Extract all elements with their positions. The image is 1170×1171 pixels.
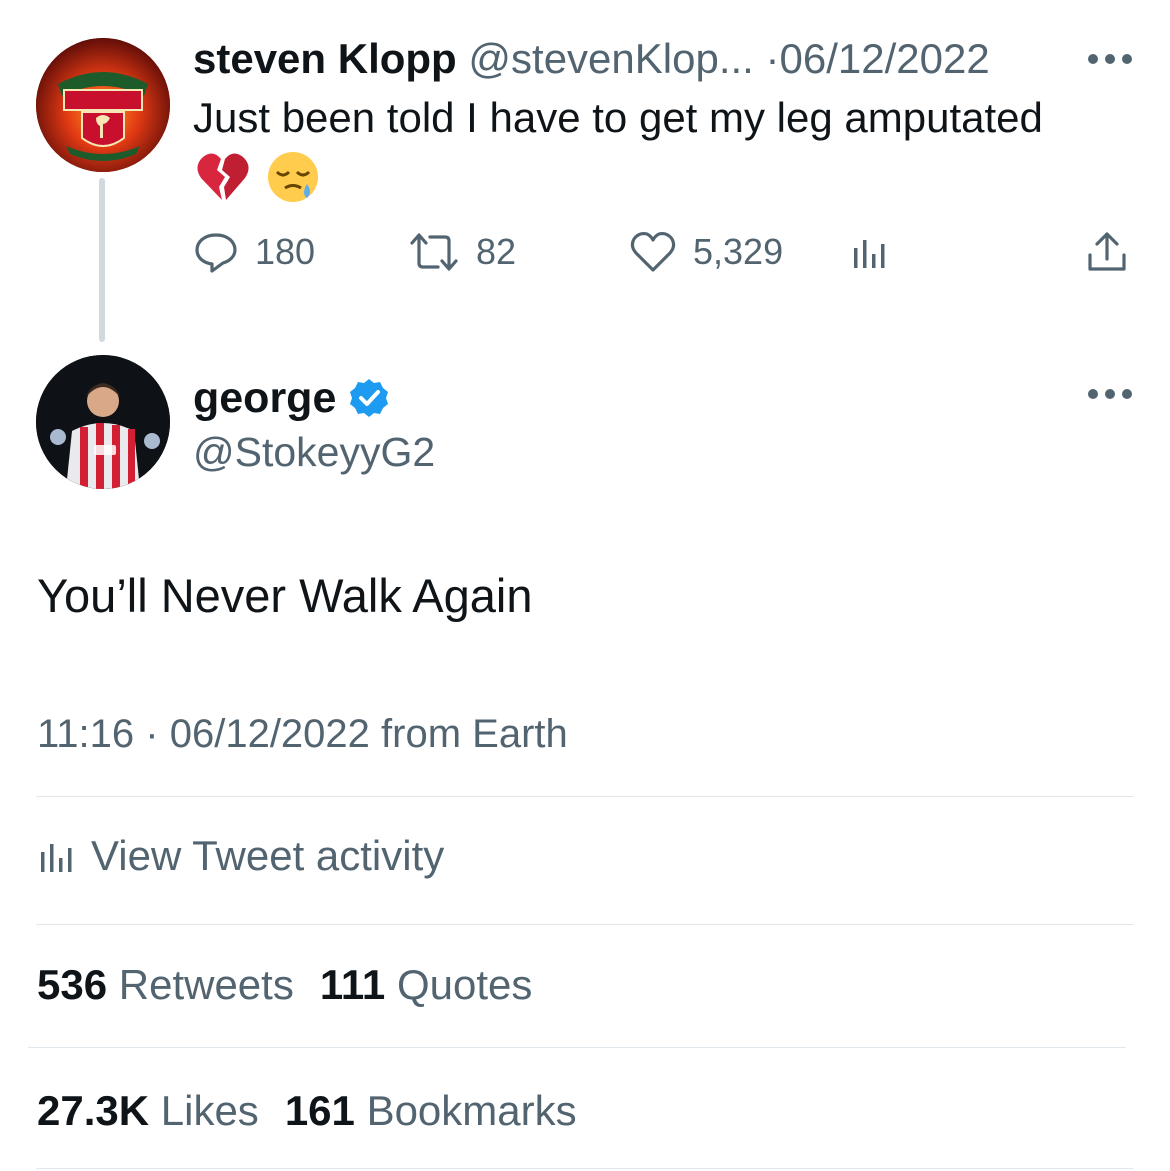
parent-display-name[interactable]: steven Klopp — [193, 35, 457, 82]
reply-action[interactable]: 180 — [193, 224, 315, 280]
liverpool-crest-icon — [36, 38, 170, 172]
stats-row-retweets-quotes: 536 Retweets 111 Quotes — [37, 955, 532, 1015]
like-action[interactable]: 5,329 — [629, 224, 783, 280]
divider-bottom — [36, 1168, 1134, 1169]
main-tweet-text: You’ll Never Walk Again — [37, 569, 533, 622]
divider-meta — [36, 796, 1134, 797]
quotes-label: Quotes — [396, 961, 533, 1008]
parent-emoji-row — [195, 150, 321, 204]
bookmarks-stat[interactable]: 161 Bookmarks — [285, 1087, 577, 1135]
tweet-date[interactable]: 06/12/2022 — [170, 712, 370, 756]
retweets-count: 536 — [37, 961, 108, 1008]
analytics-icon — [854, 240, 885, 268]
parent-handle[interactable]: @stevenKlop... — [468, 35, 753, 82]
bookmarks-label: Bookmarks — [366, 1087, 577, 1134]
parent-tweet-text: Just been told I have to get my leg ampu… — [193, 94, 1043, 141]
main-name-row: george — [193, 370, 390, 426]
header-separator: · — [765, 35, 780, 82]
quotes-stat[interactable]: 111 Quotes — [320, 961, 533, 1009]
main-avatar[interactable] — [36, 355, 170, 489]
verified-badge-icon — [350, 379, 389, 417]
heart-icon — [630, 231, 676, 272]
retweet-icon — [410, 233, 458, 271]
retweet-action[interactable]: 82 — [408, 224, 516, 280]
divider-stats — [28, 1047, 1126, 1048]
sleepy-face-icon — [268, 152, 318, 202]
views-action[interactable] — [850, 224, 890, 280]
parent-tweet-header: steven Klopp @stevenKlop... ·06/12/2022 — [193, 30, 1093, 88]
tweet-meta: 11:16 · 06/12/2022 from Earth — [37, 708, 568, 760]
main-more-options-icon[interactable] — [1088, 387, 1132, 401]
bookmarks-count: 161 — [284, 1087, 355, 1134]
likes-label: Likes — [160, 1087, 259, 1134]
parent-more-options-icon[interactable] — [1088, 52, 1132, 66]
main-handle[interactable]: @StokeyyG2 — [193, 424, 435, 480]
share-action[interactable] — [1084, 224, 1130, 280]
tweet-source: from Earth — [381, 712, 568, 756]
parent-date[interactable]: 06/12/2022 — [780, 35, 990, 82]
analytics-icon — [41, 844, 72, 872]
tweet-time[interactable]: 11:16 — [37, 712, 134, 756]
likes-stat[interactable]: 27.3K Likes — [37, 1087, 259, 1135]
share-icon — [1088, 232, 1126, 271]
reply-icon — [195, 233, 237, 273]
retweet-count: 82 — [476, 231, 517, 272]
likes-count: 27.3K — [37, 1087, 150, 1134]
main-display-name[interactable]: george — [193, 374, 336, 423]
stats-row-likes-bookmarks: 27.3K Likes 161 Bookmarks — [37, 1081, 577, 1141]
quotes-count: 111 — [319, 961, 386, 1008]
thread-connector-line — [99, 178, 105, 342]
broken-heart-icon — [197, 153, 249, 200]
activity-label: View Tweet activity — [91, 832, 445, 879]
like-count: 5,329 — [693, 231, 784, 272]
meta-separator: · — [145, 712, 159, 756]
retweets-label: Retweets — [118, 961, 294, 1008]
divider-activity — [36, 924, 1134, 925]
player-photo-icon — [36, 355, 170, 489]
parent-avatar[interactable] — [36, 38, 170, 172]
retweets-stat[interactable]: 536 Retweets — [37, 961, 294, 1009]
view-tweet-activity-link[interactable]: View Tweet activity — [37, 826, 444, 886]
reply-count: 180 — [255, 231, 316, 272]
